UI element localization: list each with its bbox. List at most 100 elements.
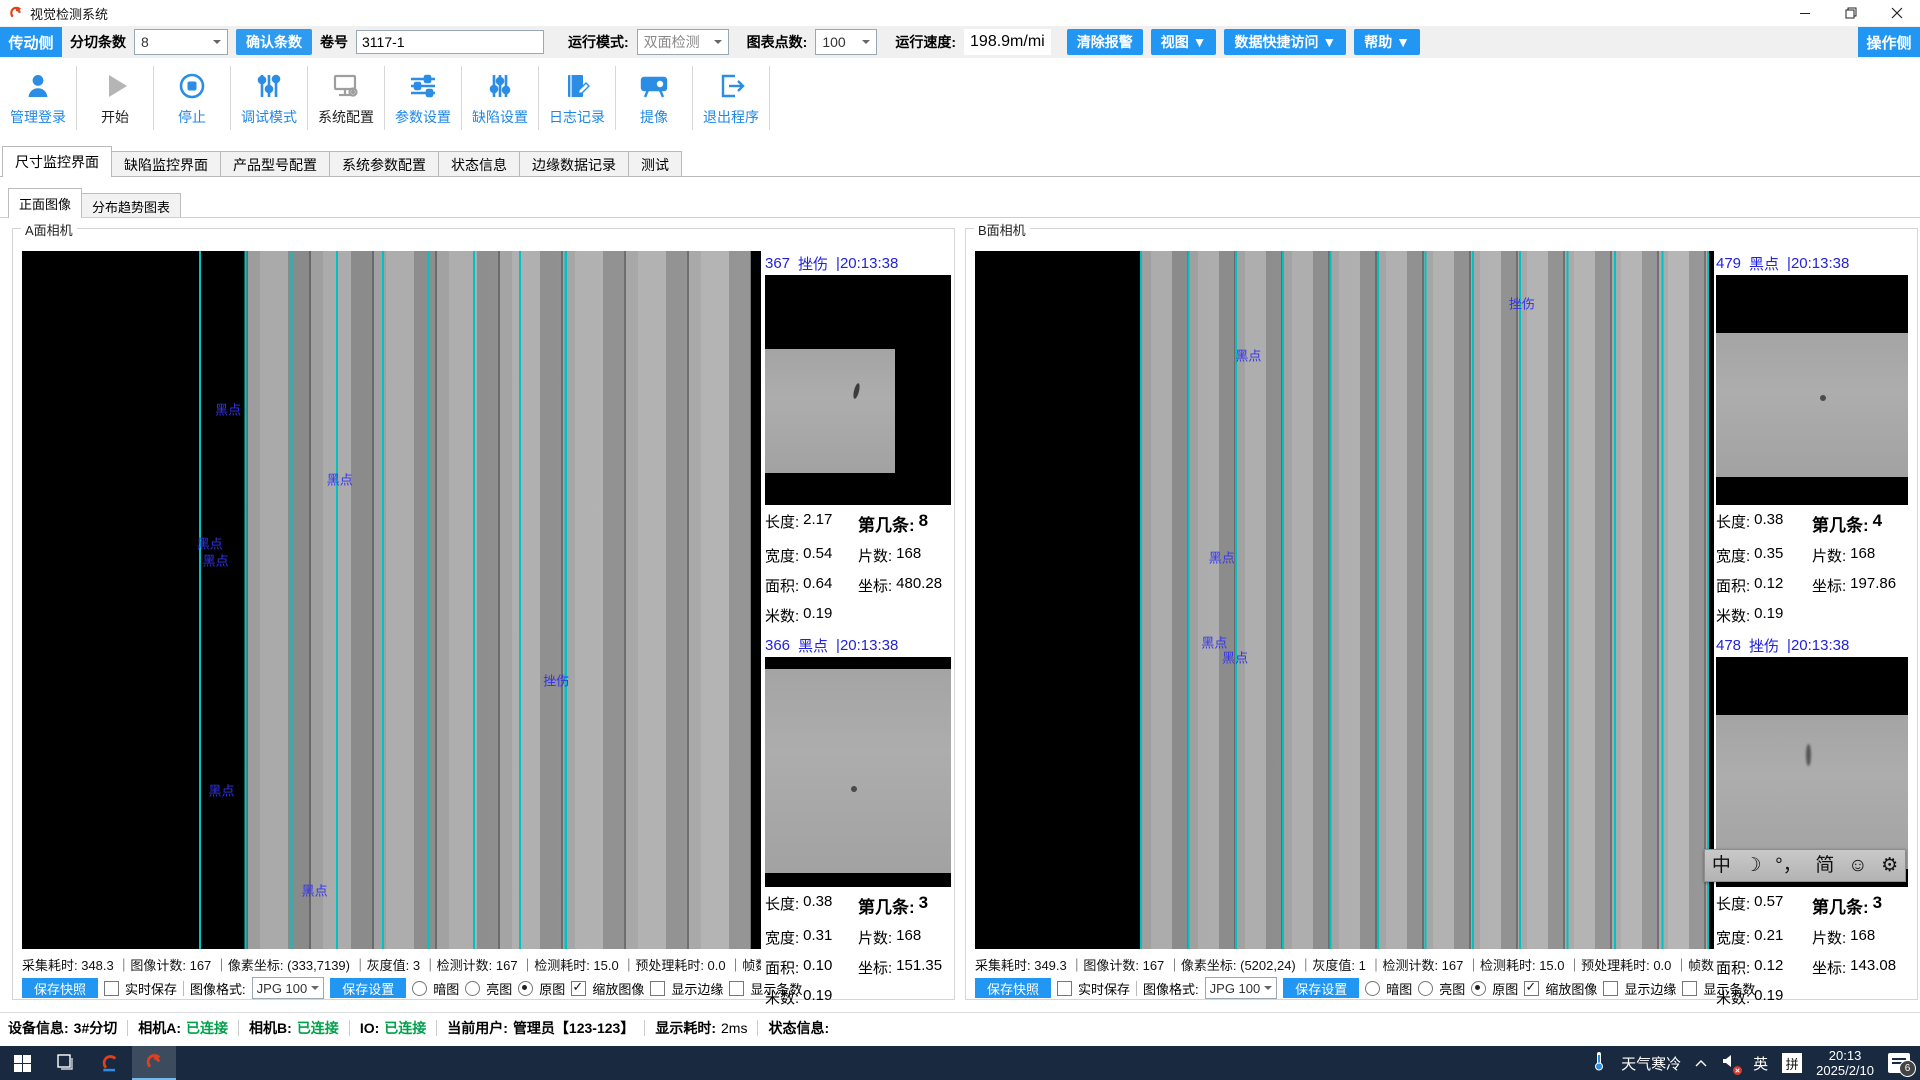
data-quick-access-menu-button[interactable]: 数据快捷访问 ▼ (1224, 29, 1346, 55)
close-button[interactable] (1874, 0, 1920, 26)
subtab-front-image[interactable]: 正面图像 (8, 188, 82, 218)
tab-system-param-config[interactable]: 系统参数配置 (329, 151, 439, 177)
pinned-app-icon[interactable] (88, 1046, 132, 1080)
save-settings-button[interactable]: 保存设置 (330, 978, 406, 998)
ime-language-bar[interactable]: 中 ☽ °， 简 ☺ ⚙ (1704, 849, 1906, 882)
original-image-label: 原图 (1492, 979, 1518, 998)
defect-stats: 长度:2.17 第几条:8 宽度:0.54 片数:168 面积:0.64 坐标:… (765, 511, 951, 626)
ime-bar-item[interactable]: ☽ (1744, 856, 1761, 875)
show-strips-checkbox[interactable] (1682, 981, 1697, 996)
ime-bar-item[interactable]: ☺ (1848, 856, 1867, 875)
camera-projector-icon (636, 69, 672, 103)
dark-image-radio[interactable] (1365, 981, 1380, 996)
original-image-radio[interactable] (518, 981, 533, 996)
tab-product-model-config[interactable]: 产品型号配置 (220, 151, 330, 177)
drive-side-button[interactable]: 传动侧 (0, 27, 62, 57)
exit-program-button[interactable]: 退出程序 (693, 66, 770, 130)
realtime-save-checkbox[interactable] (1057, 981, 1072, 996)
save-snapshot-button[interactable]: 保存快照 (975, 978, 1051, 998)
clock-time: 20:13 (1829, 1048, 1862, 1063)
image-format-select[interactable]: JPG 100 (252, 977, 325, 999)
help-menu-button[interactable]: 帮助 ▼ (1354, 29, 1420, 55)
io-conn-label: IO: (360, 1020, 379, 1036)
defect-time: |20:13:38 (836, 255, 898, 272)
slit-count-select[interactable]: 8 (134, 29, 228, 55)
play-icon (97, 69, 133, 103)
bright-image-label: 亮图 (486, 979, 512, 998)
hidden-icons-chevron[interactable] (1695, 1054, 1707, 1072)
device-status-bar: 设备信息: 3#分切 相机A: 已连接 相机B: 已连接 IO: 已连接 当前用… (0, 1012, 1920, 1043)
image-format-select[interactable]: JPG 100 (1205, 977, 1278, 999)
operator-side-button[interactable]: 操作侧 (1858, 27, 1920, 57)
tab-size-monitor[interactable]: 尺寸监控界面 (2, 146, 112, 177)
run-mode-value: 双面检测 (644, 32, 700, 52)
start-button[interactable] (0, 1046, 44, 1080)
sub-tab-strip: 正面图像 分布趋势图表 (8, 188, 180, 218)
capture-image-button[interactable]: 提像 (616, 66, 693, 130)
chart-points-select[interactable]: 100 (815, 29, 877, 55)
ime-mode-indicator[interactable]: 拼 (1782, 1053, 1802, 1073)
clear-alarm-button[interactable]: 清除报警 (1067, 29, 1143, 55)
device-info-label: 设备信息: (8, 1018, 69, 1038)
run-mode-select[interactable]: 双面检测 (637, 29, 729, 55)
camera-b-panel: B面相机 挫伤黑点黑点黑点黑点 采集耗时: 349.3 ｜图像计数: 167 ｜… (965, 228, 1918, 1000)
zoom-image-checkbox[interactable] (571, 981, 586, 996)
dark-image-radio[interactable] (412, 981, 427, 996)
tab-defect-monitor[interactable]: 缺陷监控界面 (111, 151, 221, 177)
ime-bar-item[interactable]: 简 (1815, 856, 1834, 875)
tool-label: 日志记录 (549, 107, 605, 127)
save-settings-button[interactable]: 保存设置 (1283, 978, 1359, 998)
realtime-save-checkbox[interactable] (104, 981, 119, 996)
slit-count-label: 分切条数 (70, 32, 126, 52)
bright-image-radio[interactable] (465, 981, 480, 996)
weather-text[interactable]: 天气寒冷 (1621, 1053, 1681, 1074)
view-menu-button[interactable]: 视图 ▼ (1151, 29, 1217, 55)
ime-bar-item[interactable]: °， (1775, 856, 1802, 875)
subtab-distribution-chart[interactable]: 分布趋势图表 (81, 193, 181, 218)
start-button[interactable]: 开始 (77, 66, 154, 130)
debug-mode-button[interactable]: 调试模式 (231, 66, 308, 130)
volume-muted-icon[interactable] (1721, 1053, 1739, 1074)
zoom-image-label: 缩放图像 (1545, 979, 1597, 998)
ime-bar-item[interactable]: ⚙ (1881, 856, 1898, 875)
display-time-label: 显示耗时: (655, 1018, 716, 1038)
defect-settings-button[interactable]: 缺陷设置 (462, 66, 539, 130)
device-info-value: 3#分切 (74, 1018, 118, 1038)
sliders-horizontal-icon (405, 69, 441, 103)
zoom-image-checkbox[interactable] (1524, 981, 1539, 996)
show-strips-checkbox[interactable] (729, 981, 744, 996)
original-image-radio[interactable] (1471, 981, 1486, 996)
roll-number-input[interactable]: 3117-1 (356, 30, 544, 54)
strip-grid-overlay (199, 251, 567, 949)
task-view-icon[interactable] (44, 1046, 88, 1080)
confirm-count-button[interactable]: 确认条数 (236, 29, 312, 55)
save-snapshot-button[interactable]: 保存快照 (22, 978, 98, 998)
tab-edge-data-record[interactable]: 边缘数据记录 (519, 151, 629, 177)
admin-login-button[interactable]: 管理登录 (0, 66, 77, 130)
language-indicator[interactable]: 英 (1753, 1053, 1768, 1074)
log-record-button[interactable]: 日志记录 (539, 66, 616, 130)
defect-type: 黑点 (1749, 253, 1779, 274)
system-tray: 天气寒冷 英 拼 20:13 2025/2/10 6 (1591, 1048, 1920, 1078)
running-app-icon[interactable] (132, 1046, 176, 1080)
tab-test[interactable]: 测试 (628, 151, 682, 177)
run-speed-value: 198.9m/mi (964, 29, 1051, 55)
tool-label: 退出程序 (703, 107, 759, 127)
parameter-settings-button[interactable]: 参数设置 (385, 66, 462, 130)
taskbar-clock[interactable]: 20:13 2025/2/10 (1816, 1048, 1874, 1078)
show-edge-checkbox[interactable] (1603, 981, 1618, 996)
tab-status-info[interactable]: 状态信息 (438, 151, 520, 177)
bright-image-radio[interactable] (1418, 981, 1433, 996)
maximize-button[interactable] (1828, 0, 1874, 26)
system-config-button[interactable]: 系统配置 (308, 66, 385, 130)
defect-header: 367 挫伤 |20:13:38 (765, 253, 951, 273)
realtime-save-label: 实时保存 (1078, 979, 1130, 998)
main-tab-strip: 尺寸监控界面 缺陷监控界面 产品型号配置 系统参数配置 状态信息 边缘数据记录 … (2, 146, 681, 177)
minimize-button[interactable] (1782, 0, 1828, 26)
ime-bar-item[interactable]: 中 (1712, 856, 1731, 875)
camera-a-status-line: 采集耗时: 348.3 ｜图像计数: 167 ｜像素坐标: (333,7139)… (22, 955, 761, 974)
show-edge-checkbox[interactable] (650, 981, 665, 996)
status-info-label: 状态信息: (768, 1018, 829, 1038)
notification-center-icon[interactable]: 6 (1888, 1053, 1910, 1073)
stop-button[interactable]: 停止 (154, 66, 231, 130)
